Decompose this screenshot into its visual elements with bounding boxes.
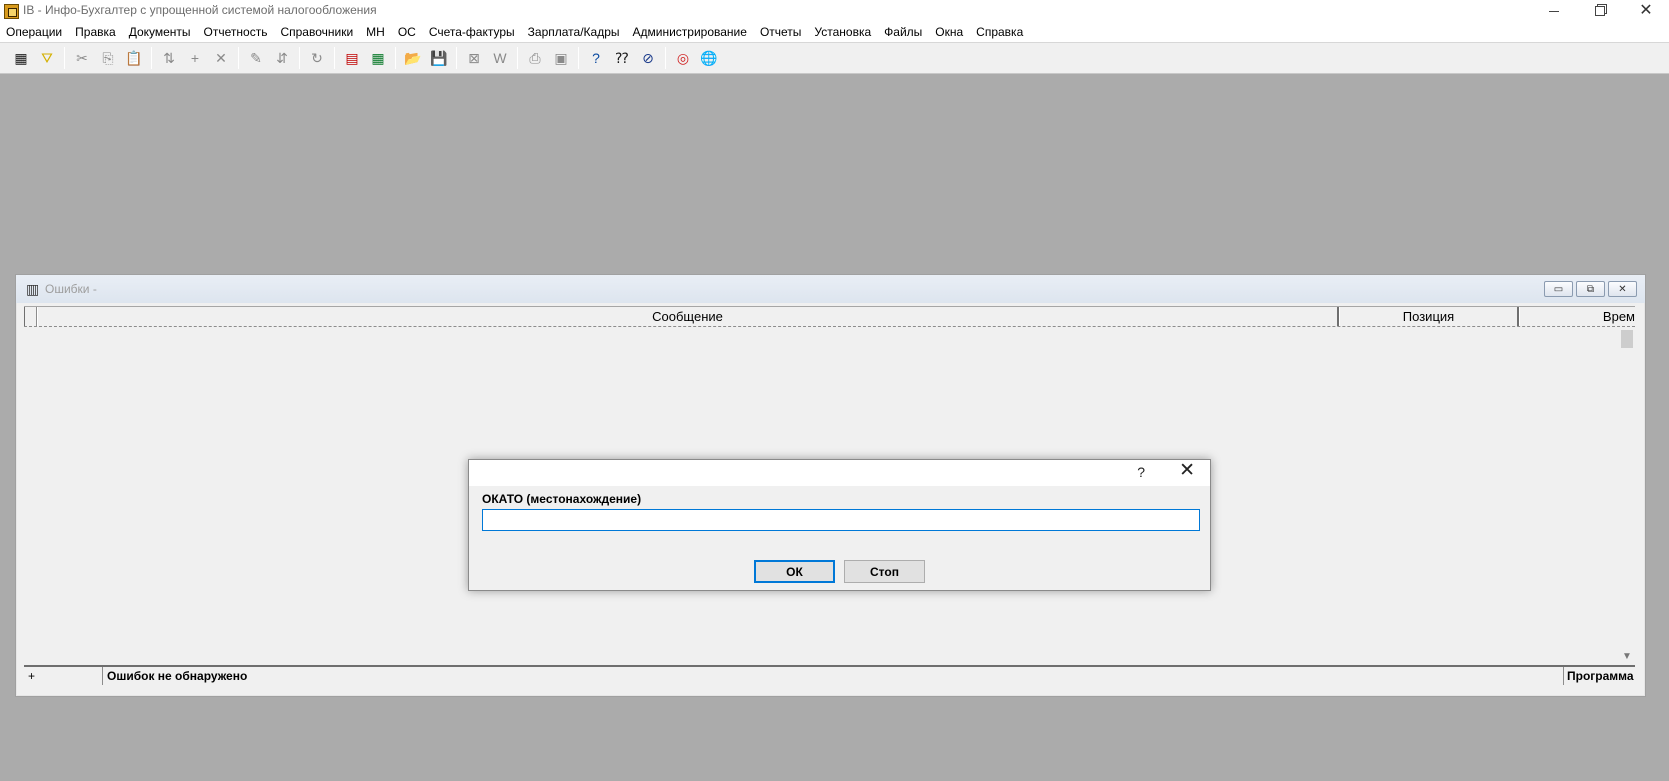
app-icon	[4, 4, 19, 19]
book-icon: ▥	[26, 281, 40, 297]
print-icon[interactable]: ⎙	[524, 47, 546, 69]
errors-window-controls: ▭ ⧉ ✕	[1544, 281, 1637, 297]
delete-icon[interactable]: ✕	[210, 47, 232, 69]
dialog-titlebar: ? ✕	[469, 460, 1210, 486]
refresh-icon[interactable]: ↻	[306, 47, 328, 69]
context-help-icon[interactable]: ⁇	[611, 47, 633, 69]
cut-icon[interactable]: ✂	[71, 47, 93, 69]
errors-close-button[interactable]: ✕	[1608, 281, 1637, 297]
toolbar-separator	[517, 47, 518, 69]
globe-icon[interactable]: 🌐	[698, 47, 720, 69]
lifebuoy-icon[interactable]: ◎	[672, 47, 694, 69]
errors-minimize-button[interactable]: ▭	[1544, 281, 1573, 297]
errors-grid-header: Сообщение Позиция Врем	[24, 306, 1635, 327]
add-icon[interactable]: +	[184, 47, 206, 69]
toolbar-separator	[238, 47, 239, 69]
stop-button[interactable]: Стоп	[844, 560, 925, 583]
toolbar-separator	[578, 47, 579, 69]
menu-references[interactable]: Справочники	[280, 25, 353, 39]
calculator-icon[interactable]: ▦	[367, 47, 389, 69]
status-source: Программа	[1563, 667, 1635, 685]
status-message: Ошибок не обнаружено	[107, 669, 248, 683]
toolbar-separator	[64, 47, 65, 69]
column-position[interactable]: Позиция	[1339, 307, 1519, 326]
errors-window-titlebar: ▥ Ошибки - ▭ ⧉ ✕	[16, 275, 1645, 303]
ok-button[interactable]: ОК	[754, 560, 835, 583]
status-plus[interactable]: +	[24, 667, 103, 685]
scroll-down-arrow-icon[interactable]: ▼	[1622, 651, 1632, 662]
vertical-scrollbar[interactable]: ▼	[1619, 328, 1635, 662]
excel-icon[interactable]: ⊠	[463, 47, 485, 69]
menu-operations[interactable]: Операции	[6, 25, 62, 39]
sort-icon[interactable]: ⇵	[271, 47, 293, 69]
help-icon[interactable]: ?	[585, 47, 607, 69]
toolbar-separator	[395, 47, 396, 69]
okato-dialog: ? ✕ ОКАТО (местонахождение) ОК Стоп	[468, 459, 1211, 591]
title-bar: IB - Инфо-Бухгалтер с упрощенной системо…	[0, 0, 1669, 22]
menu-administration[interactable]: Администрирование	[633, 25, 747, 39]
copy-icon[interactable]: ⎘	[97, 47, 119, 69]
scrollbar-thumb[interactable]	[1621, 330, 1633, 348]
menu-setup[interactable]: Установка	[814, 25, 871, 39]
open-folder-icon[interactable]: 📂	[402, 47, 424, 69]
errors-status-bar: + Ошибок не обнаружено Программа	[24, 665, 1635, 685]
menu-help[interactable]: Справка	[976, 25, 1023, 39]
row-header-cell[interactable]	[24, 307, 37, 326]
maximize-button[interactable]	[1577, 0, 1623, 22]
menu-reports[interactable]: Отчеты	[760, 25, 801, 39]
okato-label: ОКАТО (местонахождение)	[482, 492, 642, 506]
menu-windows[interactable]: Окна	[935, 25, 963, 39]
brush-icon[interactable]: ✎	[245, 47, 267, 69]
word-icon[interactable]: W	[489, 47, 511, 69]
window-controls: ✕	[1531, 0, 1669, 22]
grid-icon[interactable]: ▦	[10, 47, 32, 69]
minimize-button[interactable]	[1531, 0, 1577, 22]
menu-edit[interactable]: Правка	[75, 25, 116, 39]
menu-files[interactable]: Файлы	[884, 25, 922, 39]
report-icon[interactable]: ▤	[341, 47, 363, 69]
toolbar-separator	[334, 47, 335, 69]
toolbar-separator	[665, 47, 666, 69]
paste-icon[interactable]: 📋	[123, 47, 145, 69]
toolbar-separator	[456, 47, 457, 69]
menu-reporting[interactable]: Отчетность	[204, 25, 268, 39]
toolbar-separator	[151, 47, 152, 69]
menu-os[interactable]: ОС	[398, 25, 416, 39]
column-message[interactable]: Сообщение	[37, 307, 1339, 326]
rotate-180-icon[interactable]: ⇅	[158, 47, 180, 69]
toolbar: ▦ ⛛ ✂ ⎘ 📋 ⇅ + ✕ ✎ ⇵ ↻ ▤ ▦ 📂 💾 ⊠ W ⎙ ▣? ⁇ ⊘ ◎ 🌐	[0, 42, 1669, 74]
close-button[interactable]: ✕	[1623, 0, 1669, 22]
menu-bar: Операции Правка Документы Отчетность Спр…	[0, 22, 1669, 42]
menu-documents[interactable]: Документы	[129, 25, 191, 39]
menu-mn[interactable]: МН	[366, 25, 385, 39]
okato-input[interactable]	[482, 509, 1200, 531]
errors-window-title: Ошибки -	[45, 282, 97, 296]
dialog-close-button[interactable]: ✕	[1179, 461, 1195, 481]
preview-icon[interactable]: ▣	[550, 47, 572, 69]
toolbar-separator	[299, 47, 300, 69]
dialog-help-button[interactable]: ?	[1137, 464, 1145, 480]
window-title: IB - Инфо-Бухгалтер с упрощенной системо…	[23, 3, 377, 17]
filter-icon[interactable]: ⛛	[36, 47, 58, 69]
menu-invoices[interactable]: Счета-фактуры	[429, 25, 515, 39]
save-icon[interactable]: 💾	[428, 47, 450, 69]
column-time[interactable]: Врем	[1519, 307, 1635, 326]
compass-icon[interactable]: ⊘	[637, 47, 659, 69]
menu-payroll[interactable]: Зарплата/Кадры	[528, 25, 620, 39]
errors-restore-button[interactable]: ⧉	[1576, 281, 1605, 297]
